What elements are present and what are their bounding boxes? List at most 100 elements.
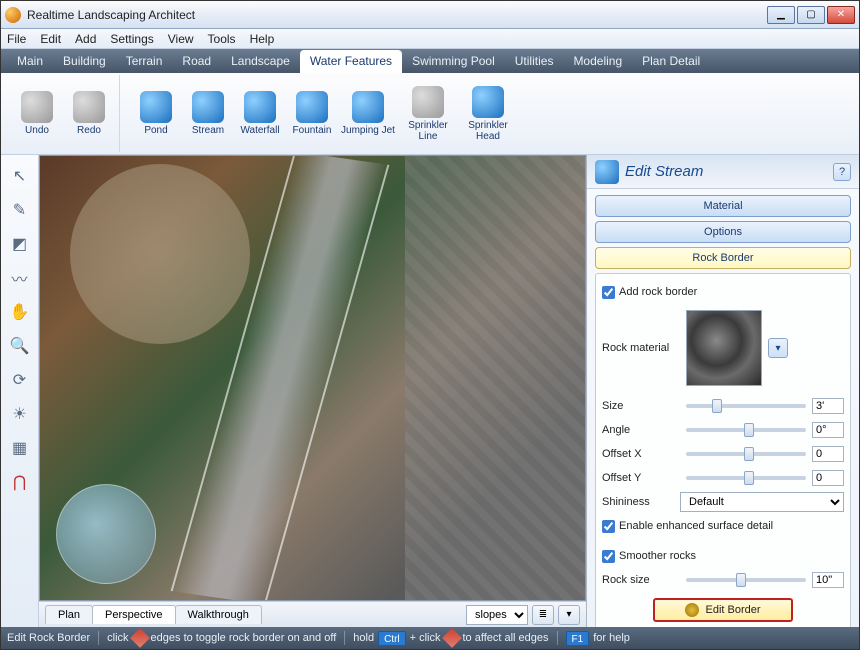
enhanced-detail-checkbox[interactable] <box>602 520 615 533</box>
size-value[interactable] <box>812 398 844 414</box>
rocksize-slider[interactable] <box>686 578 806 582</box>
rock-material-label: Rock material <box>602 342 680 354</box>
ctrl-key-hint: Ctrl <box>378 631 406 646</box>
stream-icon <box>192 91 224 123</box>
smoother-rocks-checkbox[interactable] <box>602 550 615 563</box>
tab-main[interactable]: Main <box>7 50 53 73</box>
viewtab-walkthrough[interactable]: Walkthrough <box>175 605 262 624</box>
tab-building[interactable]: Building <box>53 50 116 73</box>
snap-tool[interactable]: ⋂ <box>7 469 33 495</box>
menu-settings[interactable]: Settings <box>110 32 153 46</box>
app-icon <box>5 7 21 23</box>
stream-tool[interactable]: Stream <box>184 80 232 148</box>
redo-button[interactable]: Redo <box>65 80 113 148</box>
rocksize-label: Rock size <box>602 574 680 586</box>
panel-help-button[interactable]: ? <box>833 163 851 181</box>
ribbon-toolbar: Undo Redo Pond Stream Waterfall Fountain… <box>1 73 859 155</box>
main-area: ↖ ✎ ◩ 〰 ✋ 🔍 ⟳ ☀ ▦ ⋂ Plan Perspective Wal… <box>1 155 859 627</box>
status-bar: Edit Rock Border click edges to toggle r… <box>1 627 859 649</box>
angle-value[interactable] <box>812 422 844 438</box>
viewtab-perspective[interactable]: Perspective <box>92 605 175 624</box>
undo-button[interactable]: Undo <box>13 80 61 148</box>
shininess-select[interactable]: Default <box>680 492 844 512</box>
sun-tool[interactable]: ☀ <box>7 401 33 427</box>
offsety-slider[interactable] <box>686 476 806 480</box>
pond-tool[interactable]: Pond <box>132 80 180 148</box>
edge-icon <box>442 628 462 648</box>
shininess-label: Shininess <box>602 496 680 508</box>
f1-key-hint: F1 <box>566 631 590 646</box>
edit-border-button[interactable]: Edit Border <box>653 598 793 622</box>
status-mode: Edit Rock Border <box>7 632 90 644</box>
shade-mode-select[interactable]: slopes <box>466 605 528 625</box>
viewtab-plan[interactable]: Plan <box>45 605 93 624</box>
grid-tool[interactable]: ▦ <box>7 435 33 461</box>
add-rock-border-checkbox[interactable] <box>602 286 615 299</box>
menu-help[interactable]: Help <box>250 32 275 46</box>
layers-button[interactable]: ≣ <box>532 605 554 625</box>
navigation-orb[interactable] <box>56 484 156 584</box>
tab-terrain[interactable]: Terrain <box>116 50 173 73</box>
sprinkler-head-tool[interactable]: Sprinkler Head <box>460 80 516 148</box>
jumping-jet-icon <box>352 91 384 123</box>
angle-slider[interactable] <box>686 428 806 432</box>
sprinkler-line-icon <box>412 86 444 118</box>
sprinkler-head-icon <box>472 86 504 118</box>
pan-tool[interactable]: ✋ <box>7 299 33 325</box>
add-rock-border-label: Add rock border <box>619 286 697 298</box>
options-section-button[interactable]: Options <box>595 221 851 243</box>
menu-edit[interactable]: Edit <box>40 32 61 46</box>
properties-panel: Edit Stream ? Material Options Rock Bord… <box>587 155 859 627</box>
offsetx-slider[interactable] <box>686 452 806 456</box>
select-tool[interactable]: ↖ <box>7 163 33 189</box>
rock-material-swatch[interactable] <box>686 310 762 386</box>
shape-tool[interactable]: ◩ <box>7 231 33 257</box>
menu-tools[interactable]: Tools <box>208 32 236 46</box>
close-button[interactable]: ✕ <box>827 6 855 24</box>
zoom-tool[interactable]: 🔍 <box>7 333 33 359</box>
viewport-wrap: Plan Perspective Walkthrough slopes ≣ ▾ <box>39 155 587 627</box>
tab-modeling[interactable]: Modeling <box>563 50 632 73</box>
curve-tool[interactable]: 〰 <box>7 265 33 291</box>
menu-add[interactable]: Add <box>75 32 96 46</box>
offsetx-label: Offset X <box>602 448 680 460</box>
edge-icon <box>130 628 150 648</box>
viewport-3d[interactable] <box>39 155 586 601</box>
titlebar: Realtime Landscaping Architect ▁ ▢ ✕ <box>1 1 859 29</box>
panel-title: Edit Stream <box>625 163 833 180</box>
menu-file[interactable]: File <box>7 32 26 46</box>
tab-road[interactable]: Road <box>172 50 221 73</box>
tab-utilities[interactable]: Utilities <box>505 50 564 73</box>
size-slider[interactable] <box>686 404 806 408</box>
material-section-button[interactable]: Material <box>595 195 851 217</box>
smoother-rocks-label: Smoother rocks <box>619 550 696 562</box>
size-label: Size <box>602 400 680 412</box>
offsety-label: Offset Y <box>602 472 680 484</box>
maximize-button[interactable]: ▢ <box>797 6 825 24</box>
minimize-button[interactable]: ▁ <box>767 6 795 24</box>
waterfall-tool[interactable]: Waterfall <box>236 80 284 148</box>
tab-plan-detail[interactable]: Plan Detail <box>632 50 710 73</box>
tab-water-features[interactable]: Water Features <box>300 50 402 73</box>
panel-header: Edit Stream ? <box>587 155 859 189</box>
menu-view[interactable]: View <box>168 32 194 46</box>
jumping-jet-tool[interactable]: Jumping Jet <box>340 80 396 148</box>
tab-landscape[interactable]: Landscape <box>221 50 300 73</box>
sprinkler-line-tool[interactable]: Sprinkler Line <box>400 80 456 148</box>
offsety-value[interactable] <box>812 470 844 486</box>
gear-icon <box>685 603 699 617</box>
orbit-tool[interactable]: ⟳ <box>7 367 33 393</box>
tab-swimming-pool[interactable]: Swimming Pool <box>402 50 505 73</box>
draw-tool[interactable]: ✎ <box>7 197 33 223</box>
redo-icon <box>73 91 105 123</box>
viewmode-dropdown[interactable]: ▾ <box>558 605 580 625</box>
enhanced-detail-label: Enable enhanced surface detail <box>619 520 773 532</box>
rock-border-section-button[interactable]: Rock Border <box>595 247 851 269</box>
pond-icon <box>140 91 172 123</box>
menubar: File Edit Add Settings View Tools Help <box>1 29 859 49</box>
rocksize-value[interactable] <box>812 572 844 588</box>
rock-border-section: Add rock border Rock material ▾ Size Ang… <box>595 273 851 627</box>
fountain-tool[interactable]: Fountain <box>288 80 336 148</box>
rock-material-dropdown[interactable]: ▾ <box>768 338 788 358</box>
offsetx-value[interactable] <box>812 446 844 462</box>
